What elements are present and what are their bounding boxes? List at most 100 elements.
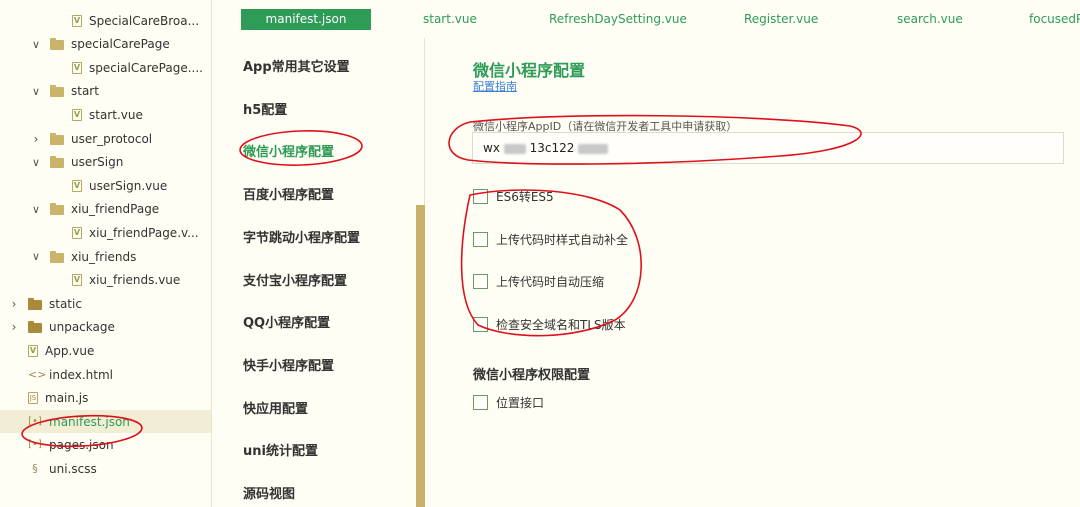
nav-item[interactable]: uni统计配置 bbox=[243, 440, 318, 459]
vue-file-icon: V bbox=[72, 226, 82, 239]
tree-item-label: xiu_friendPage.v... bbox=[89, 225, 199, 240]
checkbox-label: 上传代码时样式自动补全 bbox=[496, 232, 629, 247]
file-tree: V SpecialCareBroa... ∨ specialCarePage Vspec… bbox=[0, 0, 212, 507]
tab-file[interactable]: focusedP bbox=[1029, 9, 1080, 30]
checkbox-option[interactable]: 检查安全域名和TLS版本 bbox=[473, 316, 626, 333]
tree-item[interactable]: › static bbox=[0, 292, 211, 315]
tab-file[interactable]: RefreshDaySetting.vue bbox=[549, 9, 687, 30]
scss-file-icon: § bbox=[32, 461, 38, 475]
tree-item[interactable]: ∨ xiu_friendPage bbox=[0, 198, 211, 221]
tree-item[interactable]: VuserSign.vue bbox=[0, 174, 211, 197]
checkbox[interactable] bbox=[473, 231, 488, 247]
checkbox-option[interactable]: 上传代码时自动压缩 bbox=[473, 273, 604, 290]
tree-item-label: static bbox=[49, 296, 82, 311]
nav-item[interactable]: 字节跳动小程序配置 bbox=[243, 227, 360, 246]
tree-item[interactable]: § uni.scss bbox=[0, 457, 211, 480]
tab-active[interactable]: manifest.json bbox=[241, 9, 371, 30]
chevron-down-icon[interactable]: ∨ bbox=[30, 85, 42, 98]
tree-item-label: unpackage bbox=[49, 320, 115, 335]
chevron-right-icon[interactable]: › bbox=[8, 297, 20, 311]
checkbox[interactable] bbox=[473, 274, 488, 289]
checkbox[interactable] bbox=[473, 316, 488, 332]
checkbox-label: 位置接口 bbox=[496, 396, 545, 410]
tree-item[interactable]: ∨ xiu_friends bbox=[0, 245, 211, 268]
checkbox[interactable] bbox=[473, 395, 488, 410]
tree-item[interactable]: › unpackage bbox=[0, 316, 211, 339]
editor-tabs: manifest.json start.vue RefreshDaySetting.… bbox=[213, 0, 1080, 38]
tree-item[interactable]: ∨ specialCarePage bbox=[0, 33, 211, 56]
tree-item-label: main.js bbox=[45, 391, 89, 406]
tree-item[interactable]: <> index.html bbox=[0, 363, 211, 386]
checkbox-option[interactable]: ES6转ES5 bbox=[473, 188, 554, 205]
chevron-right-icon[interactable]: › bbox=[30, 132, 42, 146]
tree-item[interactable]: › user_protocol bbox=[0, 127, 211, 150]
vue-file-icon: V bbox=[72, 179, 82, 192]
nav-item[interactable]: 快手小程序配置 bbox=[243, 355, 334, 374]
vue-file-icon: V bbox=[72, 14, 82, 27]
appid-visible-part: 13c122 bbox=[529, 141, 575, 155]
checkbox-label: ES6转ES5 bbox=[496, 190, 554, 204]
tree-item-label: SpecialCareBroa... bbox=[89, 13, 200, 28]
tab-file[interactable]: Register.vue bbox=[744, 9, 818, 30]
tree-item-label: manifest.json bbox=[49, 414, 130, 429]
redacted-block bbox=[578, 143, 609, 154]
nav-item[interactable]: 微信小程序配置 bbox=[243, 141, 334, 160]
checkbox-option[interactable]: 上传代码时样式自动补全 bbox=[473, 231, 628, 248]
settings-nav: App常用其它设置 h5配置微信小程序配置 百度小程序配置字节跳动小程序配置 支付宝小… bbox=[213, 38, 425, 507]
tree-item-label: uni.scss bbox=[49, 461, 97, 476]
tree-item-label: index.html bbox=[49, 367, 113, 382]
tree-item[interactable]: Vxiu_friendPage.v... bbox=[0, 221, 211, 244]
chevron-down-icon[interactable]: ∨ bbox=[30, 38, 42, 51]
nav-item[interactable]: 源码视图 bbox=[243, 483, 295, 502]
tree-item-label: start.vue bbox=[89, 107, 143, 122]
json-file-icon: [•] bbox=[28, 439, 42, 451]
html-file-icon: <> bbox=[28, 367, 47, 381]
chevron-right-icon[interactable]: › bbox=[8, 320, 20, 334]
tree-item[interactable]: JS main.js bbox=[0, 387, 211, 410]
tree-item-label: specialCarePage bbox=[71, 37, 170, 52]
tree-item-label: userSign bbox=[71, 155, 124, 170]
vue-file-icon: V bbox=[72, 274, 82, 287]
tree-item[interactable]: [•] manifest.json bbox=[0, 410, 211, 434]
tab-file[interactable]: search.vue bbox=[897, 9, 963, 30]
config-guide-link[interactable]: 配置指南 bbox=[473, 78, 517, 94]
chevron-down-icon[interactable]: ∨ bbox=[30, 156, 42, 169]
settings-content: 微信小程序配置 配置指南 微信小程序AppID（请在微信开发者工具中申请获取） … bbox=[426, 38, 1080, 507]
nav-item[interactable]: QQ小程序配置 bbox=[243, 312, 330, 331]
tree-item-label: userSign.vue bbox=[89, 178, 168, 193]
tree-item[interactable]: Vxiu_friends.vue bbox=[0, 269, 211, 292]
tree-item[interactable]: ∨ userSign bbox=[0, 151, 211, 174]
nav-scrollbar[interactable] bbox=[416, 205, 425, 507]
nav-item[interactable]: 快应用配置 bbox=[243, 398, 308, 417]
checkbox-label: 检查安全域名和TLS版本 bbox=[496, 317, 626, 332]
folder-open-icon bbox=[50, 203, 64, 216]
tree-item[interactable]: [•] pages.json bbox=[0, 434, 211, 457]
folder-open-icon bbox=[50, 156, 64, 169]
tree-item[interactable]: ∨ start bbox=[0, 80, 211, 103]
nav-item[interactable]: 百度小程序配置 bbox=[243, 184, 334, 203]
redacted-block bbox=[503, 143, 526, 154]
checkbox[interactable] bbox=[473, 189, 488, 204]
tree-item[interactable]: VspecialCarePage.... bbox=[0, 56, 211, 79]
tree-item-label: xiu_friends bbox=[71, 249, 137, 264]
tree-item-label: App.vue bbox=[45, 343, 95, 358]
nav-item[interactable]: 支付宝小程序配置 bbox=[243, 270, 347, 289]
tree-item-label: user_protocol bbox=[71, 131, 153, 146]
nav-item[interactable]: App常用其它设置 bbox=[243, 56, 350, 75]
chevron-down-icon[interactable]: ∨ bbox=[30, 203, 42, 216]
checkbox-option[interactable]: 位置接口 bbox=[473, 394, 544, 411]
tree-item-label: specialCarePage.... bbox=[89, 60, 203, 75]
folder-open-icon bbox=[50, 38, 64, 51]
folder-open-icon bbox=[50, 85, 64, 98]
chevron-down-icon[interactable]: ∨ bbox=[30, 250, 42, 263]
appid-prefix: wx bbox=[483, 141, 500, 155]
tree-item[interactable]: V App.vue bbox=[0, 339, 211, 362]
nav-item[interactable]: h5配置 bbox=[243, 99, 287, 118]
json-file-icon: [•] bbox=[28, 415, 42, 427]
js-file-icon: JS bbox=[28, 392, 38, 405]
tab-file[interactable]: start.vue bbox=[423, 9, 477, 30]
tree-item[interactable]: V SpecialCareBroa... bbox=[0, 9, 211, 32]
tree-item-label: pages.json bbox=[49, 438, 114, 453]
tree-item[interactable]: Vstart.vue bbox=[0, 103, 211, 126]
appid-input[interactable]: wx 13c122 bbox=[472, 132, 1064, 164]
